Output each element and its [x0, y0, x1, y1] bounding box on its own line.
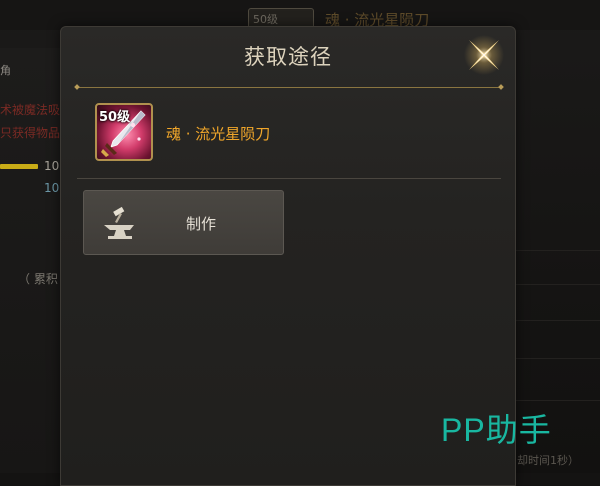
- background-corner-label: 角: [0, 64, 11, 77]
- craft-button-label: 制作: [186, 215, 217, 233]
- dialog-title: 获取途径: [244, 45, 332, 69]
- close-button[interactable]: [461, 32, 507, 78]
- item-level-badge: 50级: [99, 110, 131, 125]
- background-progress-bar: [0, 164, 38, 169]
- anvil-hammer-icon: [104, 206, 134, 239]
- close-x-icon: [464, 35, 504, 75]
- background-paren-text: （ 累积: [18, 272, 58, 286]
- item-divider: [77, 178, 501, 179]
- watermark-text: PP助手: [441, 412, 552, 448]
- background-red-text: 术被魔法吸: [0, 103, 61, 117]
- item-name: 魂 · 流光星陨刀: [166, 125, 271, 143]
- background-red-text: 只获得物品: [0, 126, 61, 140]
- craft-button[interactable]: 制作: [83, 190, 284, 255]
- background-footer-text: 却时间1秒）: [517, 454, 579, 467]
- item-icon-slot[interactable]: 50级: [95, 103, 153, 161]
- background-number: 10: [44, 159, 60, 173]
- title-divider: [77, 87, 501, 88]
- background-number: 10: [44, 181, 60, 195]
